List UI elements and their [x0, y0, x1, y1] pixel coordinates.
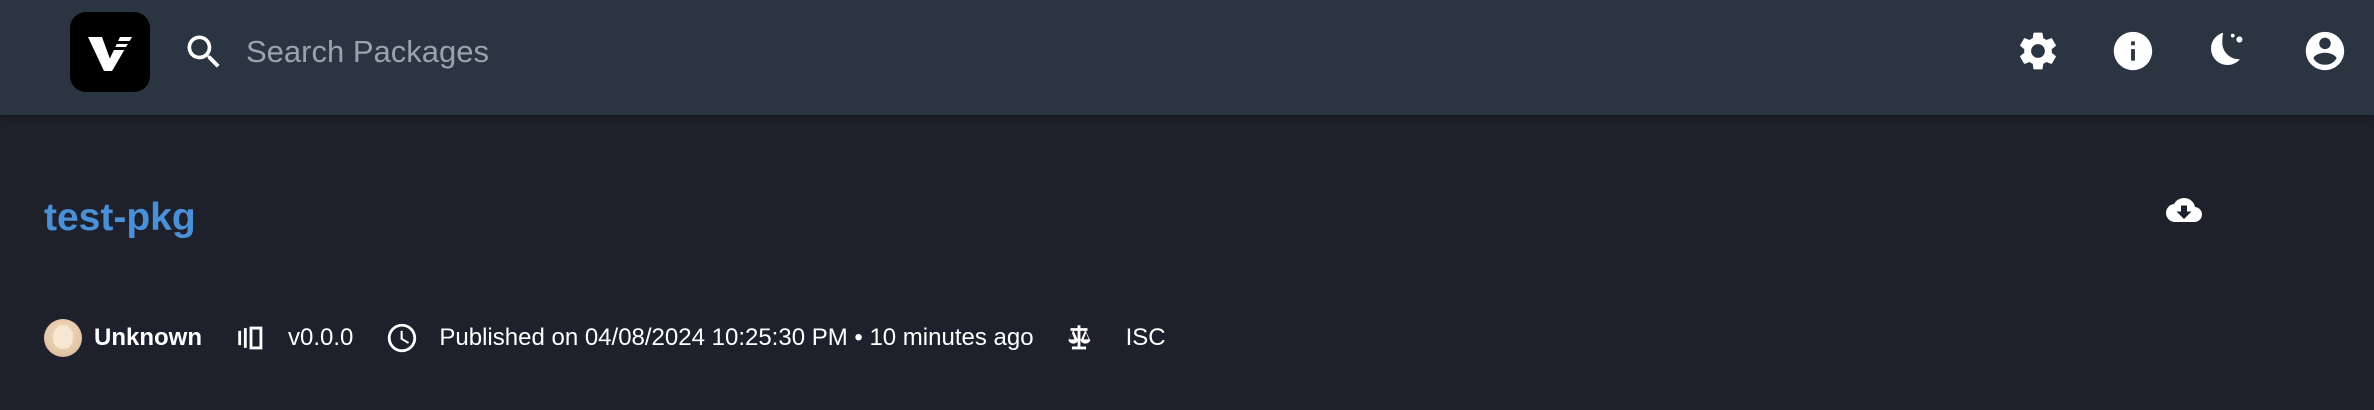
gear-icon[interactable]	[2015, 28, 2061, 74]
clock-icon	[385, 321, 419, 355]
app-bar	[0, 0, 2374, 115]
version-icon	[234, 321, 268, 355]
published-date: Published on 04/08/2024 10:25:30 PM • 10…	[439, 324, 1034, 351]
cloud-download-icon[interactable]	[2166, 192, 2202, 228]
moon-icon[interactable]	[2203, 28, 2249, 74]
package-meta: Unknown v0.0.0 Published on 04/08/2024 1…	[44, 316, 1166, 360]
account-circle-icon[interactable]	[2302, 28, 2348, 74]
info-icon[interactable]	[2110, 28, 2156, 74]
scale-icon	[1062, 321, 1096, 355]
package-license: ISC	[1125, 324, 1166, 351]
avatar	[44, 319, 82, 357]
verdaccio-logo-icon[interactable]	[70, 12, 150, 92]
search-icon	[182, 30, 226, 74]
package-version: v0.0.0	[288, 324, 354, 351]
search-input[interactable]	[246, 26, 1146, 78]
author-name: Unknown	[94, 324, 202, 351]
package-name: test-pkg	[44, 196, 196, 239]
